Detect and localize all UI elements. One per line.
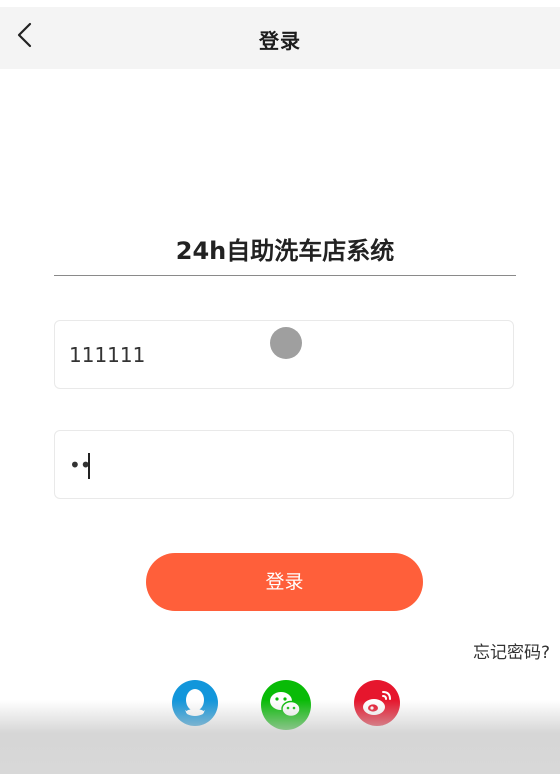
wechat-icon [261, 680, 311, 730]
navbar: 登录 [0, 7, 560, 69]
status-strip [0, 0, 560, 7]
qq-login-button[interactable] [172, 680, 218, 726]
weibo-icon [354, 680, 400, 726]
forgot-password-link[interactable]: 忘记密码? [473, 638, 550, 663]
app-title: 24h自助洗车店系统 [175, 237, 395, 265]
password-field [54, 430, 514, 499]
password-input[interactable] [69, 431, 499, 498]
weibo-login-button[interactable] [354, 680, 400, 726]
title-divider [54, 275, 516, 276]
login-page: 登录 24h自助洗车店系统 登录 忘记密码? [0, 0, 560, 774]
qq-icon [172, 680, 218, 726]
text-cursor [88, 453, 90, 479]
social-login-row [0, 680, 560, 730]
page-title: 登录 [259, 29, 301, 53]
wechat-login-button[interactable] [261, 680, 311, 730]
touch-indicator [270, 327, 302, 359]
login-button[interactable]: 登录 [146, 553, 423, 611]
